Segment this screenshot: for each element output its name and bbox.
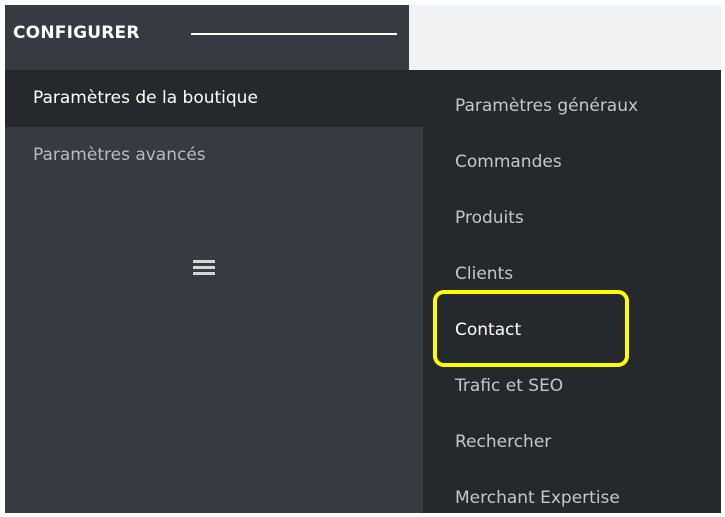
menu-item-label: Paramètres de la boutique (33, 88, 258, 108)
submenu-item-parametres-generaux[interactable]: Paramètres généraux (423, 78, 721, 134)
submenu: Paramètres généraux Commandes Produits C… (423, 70, 721, 513)
submenu-item-label: Trafic et SEO (455, 376, 564, 396)
submenu-item-label: Merchant Expertise (455, 488, 620, 508)
submenu-item-contact[interactable]: Contact (423, 302, 721, 358)
submenu-item-produits[interactable]: Produits (423, 190, 721, 246)
main-menu: Paramètres de la boutique Paramètres ava… (5, 70, 423, 513)
menu-item-label: Paramètres avancés (33, 145, 206, 165)
submenu-item-label: Rechercher (455, 432, 552, 452)
submenu-item-clients[interactable]: Clients (423, 246, 721, 302)
submenu-item-label: Contact (455, 320, 522, 340)
header-blank-area (409, 5, 721, 70)
submenu-item-label: Commandes (455, 152, 562, 172)
section-header: CONFIGURER (5, 5, 409, 70)
menu-item-parametres-avances[interactable]: Paramètres avancés (5, 127, 423, 184)
submenu-item-rechercher[interactable]: Rechercher (423, 414, 721, 470)
submenu-item-merchant-expertise[interactable]: Merchant Expertise (423, 470, 721, 513)
admin-menu-panel: CONFIGURER Paramètres de la boutique Par… (5, 5, 721, 513)
submenu-item-label: Clients (455, 264, 514, 284)
submenu-item-trafic-seo[interactable]: Trafic et SEO (423, 358, 721, 414)
menu-item-parametres-boutique[interactable]: Paramètres de la boutique (5, 70, 423, 127)
submenu-item-commandes[interactable]: Commandes (423, 134, 721, 190)
hamburger-icon[interactable] (193, 260, 215, 280)
submenu-item-label: Produits (455, 208, 524, 228)
submenu-item-label: Paramètres généraux (455, 96, 639, 116)
header-divider (191, 33, 397, 35)
section-title: CONFIGURER (13, 23, 140, 43)
